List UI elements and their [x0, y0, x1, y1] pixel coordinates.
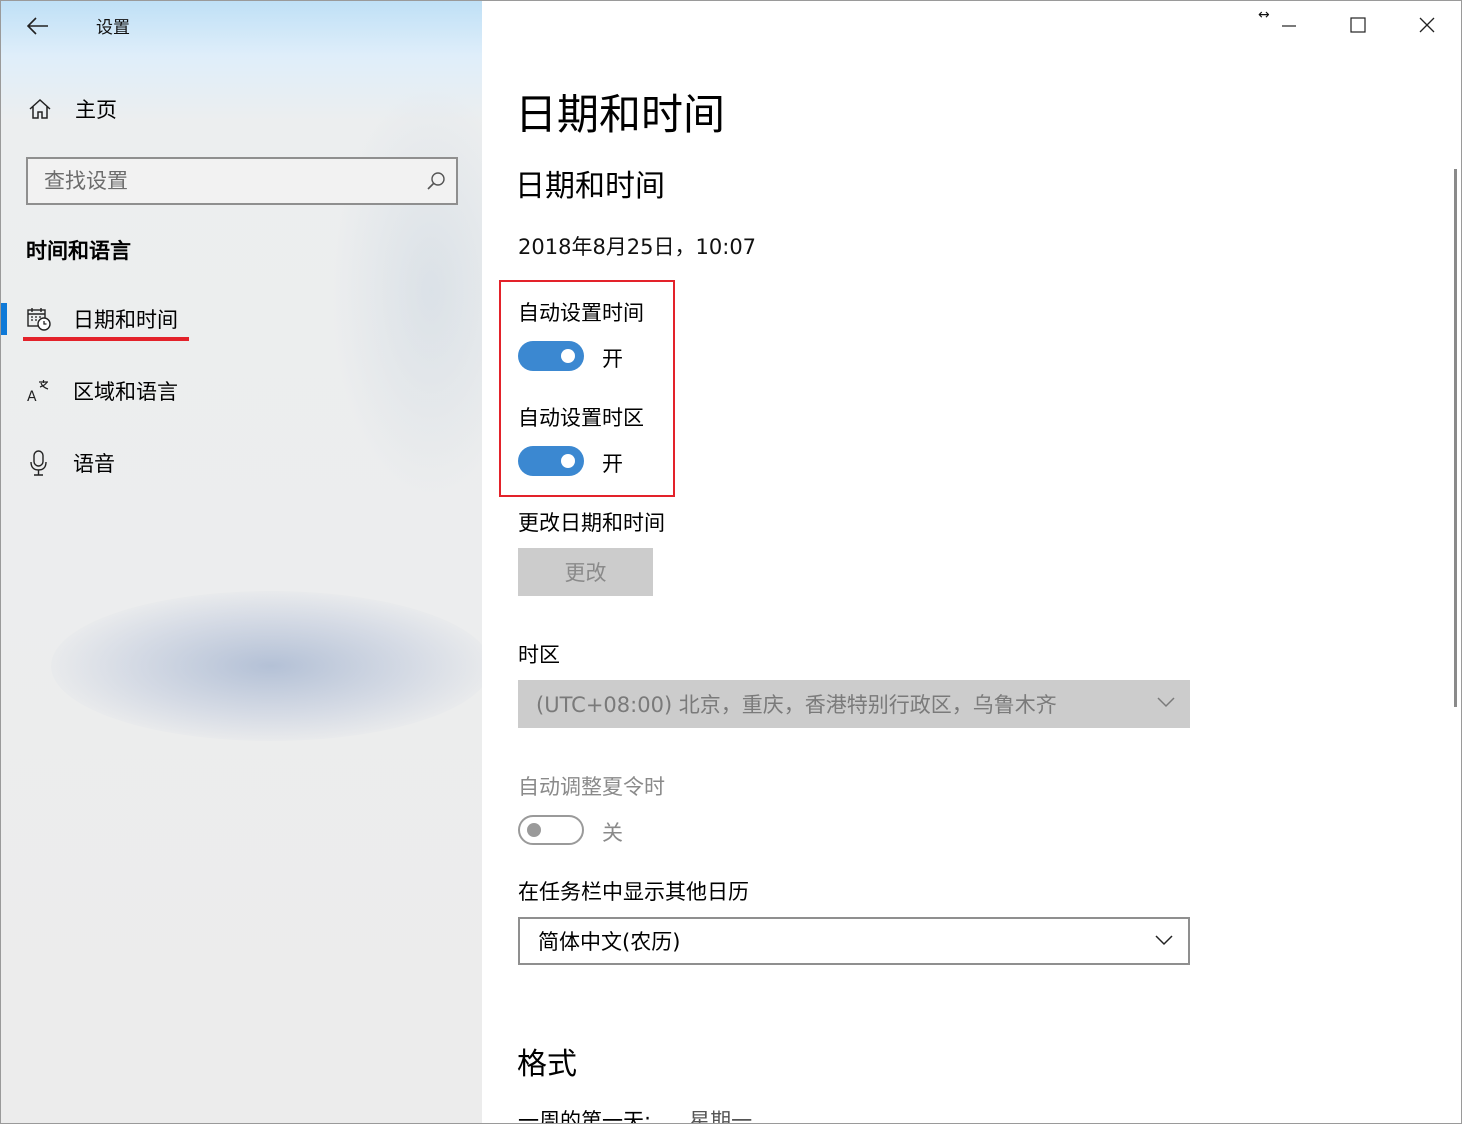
home-label: 主页 — [75, 98, 117, 122]
home-icon — [25, 94, 55, 124]
scrollbar[interactable] — [1454, 169, 1457, 707]
timezone-dropdown[interactable]: (UTC+08:00) 北京，重庆，香港特别行政区，乌鲁木齐 — [518, 680, 1190, 728]
change-button[interactable]: 更改 — [518, 548, 653, 596]
section-title: 时间和语言 — [26, 239, 131, 263]
sidebar-item-region-language[interactable]: A 区域和语言 — [1, 369, 482, 413]
format-heading: 格式 — [517, 1047, 577, 1082]
section-heading: 日期和时间 — [515, 169, 665, 204]
auto-timezone-toggle[interactable] — [518, 446, 584, 476]
search-box[interactable] — [26, 157, 458, 205]
toggle-knob — [561, 349, 575, 363]
page-title: 日期和时间 — [515, 90, 726, 139]
dst-label: 自动调整夏令时 — [518, 775, 665, 799]
microphone-icon — [25, 449, 53, 477]
chevron-down-icon — [1157, 697, 1175, 708]
calendar-clock-icon — [25, 305, 53, 333]
auto-time-state: 开 — [602, 347, 623, 371]
minimize-button[interactable] — [1254, 1, 1323, 49]
highlight-underline — [23, 337, 189, 341]
background-blur — [51, 591, 482, 741]
current-datetime: 2018年8月25日，10:07 — [518, 235, 757, 259]
change-datetime-label: 更改日期和时间 — [518, 511, 665, 535]
calendar-dropdown[interactable]: 简体中文(农历) — [518, 917, 1190, 965]
auto-time-label: 自动设置时间 — [518, 301, 644, 325]
chevron-down-icon — [1155, 935, 1173, 946]
language-icon: A — [25, 377, 53, 405]
calendar-value: 简体中文(农历) — [538, 930, 681, 954]
sidebar-item-speech[interactable]: 语音 — [1, 441, 482, 485]
toggle-knob — [527, 823, 541, 837]
app-title: 设置 — [96, 18, 130, 38]
sidebar: 设置 主页 时间和语言 — [1, 1, 482, 1123]
dst-state: 关 — [602, 821, 623, 845]
dst-toggle[interactable] — [518, 815, 584, 845]
sidebar-item-label: 日期和时间 — [73, 308, 178, 332]
main-content: ↔ 日期和时间 日期和时间 2018年8月25日，10:07 自动设置时间 开 … — [482, 1, 1461, 1124]
search-icon[interactable] — [416, 161, 456, 201]
toggle-knob — [561, 454, 575, 468]
auto-timezone-state: 开 — [602, 452, 623, 476]
maximize-button[interactable] — [1323, 1, 1392, 49]
svg-text:A: A — [27, 389, 37, 404]
calendar-label: 在任务栏中显示其他日历 — [518, 880, 749, 904]
sidebar-item-label: 语音 — [73, 452, 115, 476]
first-day-value: 星期一 — [689, 1109, 753, 1124]
sidebar-item-home[interactable]: 主页 — [25, 89, 465, 129]
active-indicator — [1, 303, 7, 335]
sidebar-item-label: 区域和语言 — [73, 380, 178, 404]
auto-time-toggle[interactable] — [518, 341, 584, 371]
timezone-label: 时区 — [518, 643, 560, 667]
auto-timezone-label: 自动设置时区 — [518, 406, 644, 430]
first-day-row: 一周的第一天: 星期一 — [518, 1105, 753, 1124]
close-button[interactable] — [1392, 1, 1461, 49]
timezone-value: (UTC+08:00) 北京，重庆，香港特别行政区，乌鲁木齐 — [536, 693, 1057, 717]
background-shade — [331, 81, 482, 501]
search-input[interactable] — [28, 168, 416, 194]
settings-window: 设置 主页 时间和语言 — [0, 0, 1462, 1124]
sidebar-item-date-time[interactable]: 日期和时间 — [1, 297, 482, 341]
back-arrow-icon[interactable] — [23, 11, 53, 41]
first-day-label: 一周的第一天: — [518, 1109, 652, 1124]
